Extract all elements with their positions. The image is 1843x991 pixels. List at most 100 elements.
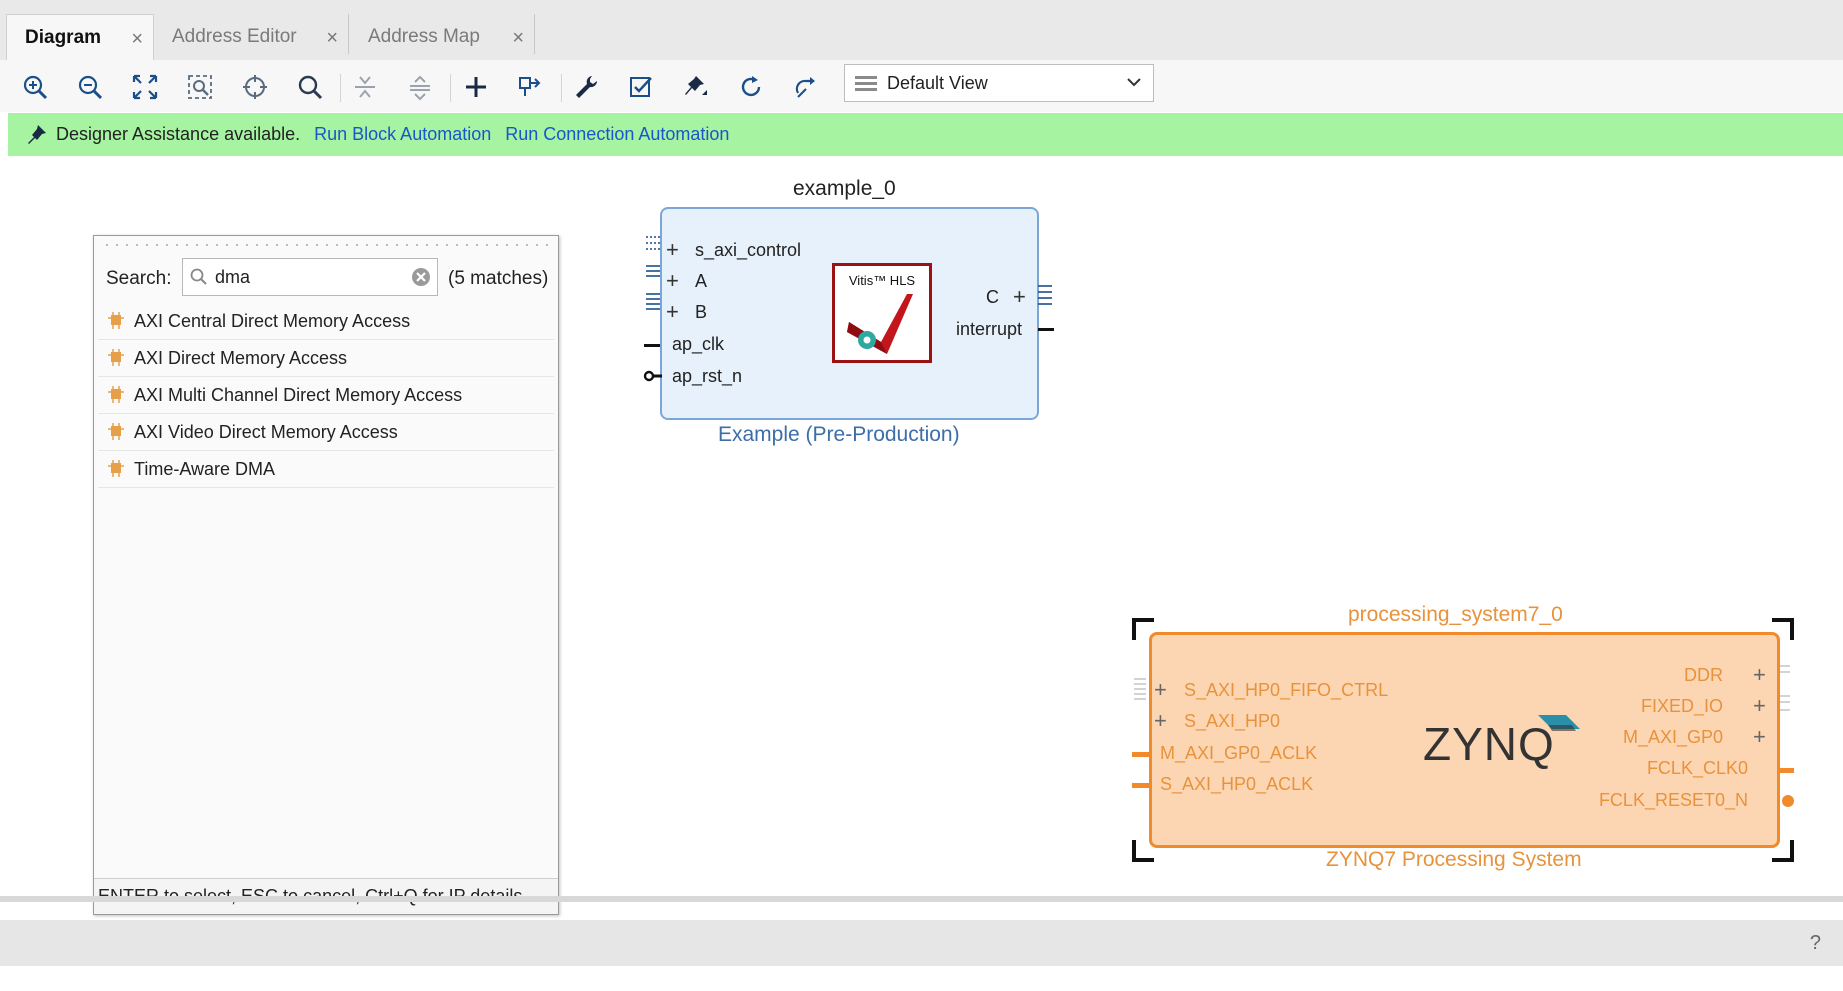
port-ddr[interactable]: DDR — [1684, 665, 1723, 686]
view-select[interactable]: Default View — [844, 64, 1154, 102]
clock-pin[interactable] — [1132, 752, 1150, 757]
expand-port-icon[interactable]: + — [1013, 286, 1026, 308]
port-s-axi-hp0[interactable]: S_AXI_HP0 — [1184, 711, 1280, 732]
tab-label: Address Editor — [172, 26, 297, 47]
validate-icon[interactable] — [624, 70, 658, 104]
expand-port-icon[interactable]: + — [666, 270, 679, 292]
port-m-axi-gp0[interactable]: M_AXI_GP0 — [1623, 727, 1723, 748]
tab-diagram[interactable]: Diagram × — [6, 14, 154, 60]
bus-port-icon — [646, 236, 660, 310]
port-ap-rst-n[interactable]: ap_rst_n — [672, 366, 742, 387]
block-subtitle: ZYNQ7 Processing System — [1326, 848, 1582, 871]
list-item[interactable]: AXI Video Direct Memory Access — [98, 414, 554, 451]
view-select-value: Default View — [887, 72, 988, 93]
reset-pin-icon[interactable] — [1778, 793, 1796, 809]
zoom-in-icon[interactable] — [18, 70, 52, 104]
toolbar-divider — [450, 74, 451, 102]
toolbar-divider — [561, 74, 562, 102]
expand-port-icon[interactable]: + — [666, 239, 679, 261]
regenerate-layout-icon[interactable] — [789, 70, 823, 104]
vitis-hls-label: Vitis™ HLS — [848, 273, 916, 288]
port-fclk-reset0-n[interactable]: FCLK_RESET0_N — [1599, 790, 1748, 811]
ip-name: Time-Aware DMA — [134, 458, 276, 479]
port-interrupt[interactable]: interrupt — [956, 319, 1022, 340]
search-icon — [190, 268, 207, 285]
close-icon[interactable]: × — [131, 28, 143, 51]
ip-name: AXI Multi Channel Direct Memory Access — [134, 384, 463, 405]
expand-icon[interactable] — [403, 70, 437, 104]
port-s-axi-hp0-fifo-ctrl[interactable]: S_AXI_HP0_FIFO_CTRL — [1184, 680, 1388, 701]
tab-bar: Diagram × Address Editor × Address Map × — [0, 0, 1843, 61]
bus-port-icon — [1038, 285, 1052, 305]
port-fixed-io[interactable]: FIXED_IO — [1641, 696, 1723, 717]
block-instance-name: processing_system7_0 — [1348, 603, 1563, 626]
expand-port-icon[interactable]: + — [1154, 710, 1167, 732]
add-ip-icon[interactable] — [459, 70, 493, 104]
hls-logo-icon — [847, 294, 913, 354]
tab-divider — [348, 14, 349, 54]
port-s-axi-hp0-aclk[interactable]: S_AXI_HP0_ACLK — [1160, 774, 1313, 795]
refresh-icon[interactable] — [734, 70, 768, 104]
ip-core-icon — [108, 423, 124, 440]
list-item[interactable]: AXI Multi Channel Direct Memory Access — [98, 377, 554, 414]
properties-icon[interactable] — [569, 70, 603, 104]
ip-core-icon — [108, 349, 124, 366]
vitis-hls-logo: Vitis™ HLS — [832, 263, 932, 363]
port-fclk-clk0[interactable]: FCLK_CLK0 — [1647, 758, 1748, 779]
menu-icon — [855, 76, 877, 91]
search-icon[interactable] — [293, 70, 327, 104]
tab-address-editor[interactable]: Address Editor × — [154, 14, 348, 60]
add-ip-popup: Search: dma (5 matches) AXI Central Dire… — [93, 235, 559, 915]
interrupt-pin[interactable] — [1038, 328, 1054, 331]
panel-divider[interactable] — [0, 896, 1843, 902]
port-s-axi-control[interactable]: s_axi_control — [695, 240, 801, 261]
center-icon[interactable] — [238, 70, 272, 104]
clock-pin[interactable] — [1132, 783, 1150, 788]
make-external-icon[interactable] — [514, 70, 548, 104]
run-block-automation-link[interactable]: Run Block Automation — [314, 124, 491, 145]
expand-port-icon[interactable]: + — [1753, 695, 1766, 717]
expand-port-icon[interactable]: + — [666, 301, 679, 323]
reset-pin-icon[interactable] — [642, 369, 662, 383]
list-item[interactable]: Time-Aware DMA — [98, 451, 554, 488]
port-ap-clk[interactable]: ap_clk — [672, 334, 724, 355]
port-a[interactable]: A — [695, 271, 707, 292]
port-b[interactable]: B — [695, 302, 707, 323]
tab-divider — [534, 14, 535, 54]
close-icon[interactable]: × — [326, 27, 338, 50]
zynq-logo-text: ZYNQ — [1423, 718, 1555, 770]
pin-icon[interactable] — [679, 70, 713, 104]
fclk-pin[interactable] — [1778, 768, 1794, 773]
zoom-out-icon[interactable] — [73, 70, 107, 104]
run-connection-automation-link[interactable]: Run Connection Automation — [505, 124, 729, 145]
expand-port-icon[interactable]: + — [1753, 664, 1766, 686]
drag-handle[interactable] — [102, 242, 550, 248]
designer-assistance-bar: Designer Assistance available. Run Block… — [8, 113, 1843, 156]
ip-name: AXI Direct Memory Access — [134, 347, 348, 368]
ap-clk-pin[interactable] — [644, 344, 660, 347]
collapse-icon[interactable] — [348, 70, 382, 104]
search-label: Search: — [106, 268, 172, 289]
clear-icon[interactable] — [411, 267, 431, 287]
port-c[interactable]: C — [986, 287, 999, 308]
expand-port-icon[interactable]: + — [1753, 726, 1766, 748]
assist-message: Designer Assistance available. — [56, 124, 301, 144]
block-subtitle: Example (Pre-Production) — [718, 423, 960, 446]
close-icon[interactable]: × — [512, 27, 524, 50]
fit-view-icon[interactable] — [128, 70, 162, 104]
list-item[interactable]: AXI Central Direct Memory Access — [98, 303, 554, 340]
toolbar-divider — [340, 74, 341, 102]
bottom-panel — [0, 920, 1843, 966]
tab-label: Diagram — [25, 26, 102, 48]
match-count: (5 matches) — [448, 268, 549, 289]
port-m-axi-gp0-aclk[interactable]: M_AXI_GP0_ACLK — [1160, 743, 1317, 764]
zoom-selection-icon[interactable] — [183, 70, 217, 104]
search-input[interactable]: dma — [182, 258, 438, 296]
list-item[interactable]: AXI Direct Memory Access — [98, 340, 554, 377]
ip-name: AXI Video Direct Memory Access — [134, 421, 398, 442]
bus-port-icon — [1134, 678, 1146, 700]
tab-address-map[interactable]: Address Map × — [350, 14, 534, 60]
expand-port-icon[interactable]: + — [1154, 679, 1167, 701]
help-icon[interactable]: ? — [1810, 932, 1821, 955]
pin-icon — [28, 124, 46, 144]
